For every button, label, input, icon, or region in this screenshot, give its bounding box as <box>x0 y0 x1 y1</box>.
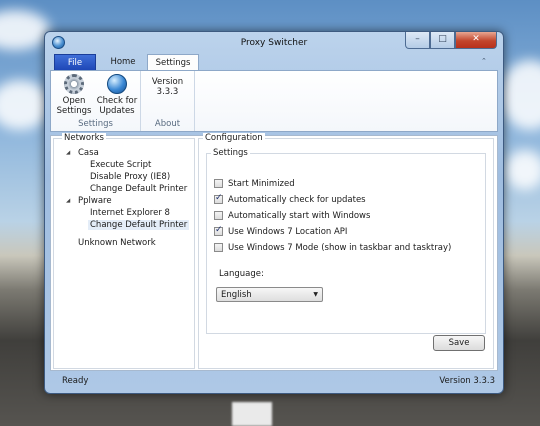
checkbox[interactable] <box>214 211 223 220</box>
checkbox[interactable] <box>214 179 223 188</box>
open-settings-label-1: Open <box>62 96 86 106</box>
tree-group-pplware[interactable]: Pplware <box>78 196 112 206</box>
status-bar: Ready Version 3.3.3 <box>50 372 498 389</box>
globe-icon <box>107 74 127 94</box>
tree-item-unknown-network[interactable]: Unknown Network <box>78 238 156 248</box>
check-updates-button[interactable]: Check for Updates <box>96 74 138 116</box>
option-label: Automatically start with Windows <box>228 210 371 221</box>
ribbon-group-settings: Open Settings Check for Updates Settings <box>51 71 141 131</box>
expand-arrow-icon[interactable]: ◢ <box>66 150 70 156</box>
close-button[interactable]: ✕ <box>455 32 497 49</box>
tab-settings[interactable]: Settings <box>147 54 199 71</box>
cloud <box>505 150 540 190</box>
window-controls: – □ ✕ <box>405 32 497 49</box>
tree-item-change-printer-casa[interactable]: Change Default Printer <box>90 184 187 194</box>
cloud <box>500 60 540 130</box>
tree-group-casa[interactable]: Casa <box>78 148 99 158</box>
gear-icon <box>64 74 84 94</box>
ribbon-collapse-icon[interactable]: ⌃ <box>481 57 490 66</box>
option-windows7-mode[interactable]: Use Windows 7 Mode (show in taskbar and … <box>214 242 451 253</box>
option-label: Use Windows 7 Mode (show in taskbar and … <box>228 242 452 253</box>
option-label: Use Windows 7 Location API <box>228 226 348 237</box>
ribbon-version-text: Version 3.3.3 <box>151 77 184 97</box>
chevron-down-icon: ▼ <box>313 291 318 298</box>
networks-panel: Networks ◢ Casa Execute Script Disable P… <box>53 133 195 369</box>
expand-arrow-icon[interactable]: ◢ <box>66 198 70 204</box>
ribbon-panel: Open Settings Check for Updates Settings… <box>50 70 498 132</box>
tab-file[interactable]: File <box>54 54 96 71</box>
ribbon-tabs: File Home Settings ⌃ <box>50 54 498 71</box>
configuration-panel: Configuration Settings Start Minimized A… <box>198 133 494 369</box>
settings-groupbox: Settings Start Minimized Automatically c… <box>206 148 486 334</box>
check-updates-label-2: Updates <box>99 106 135 116</box>
road-marking <box>232 402 272 426</box>
tab-home[interactable]: Home <box>102 54 144 71</box>
language-value: English <box>221 290 252 300</box>
save-button[interactable]: Save <box>433 335 485 351</box>
option-auto-start-windows[interactable]: Automatically start with Windows <box>214 210 370 221</box>
tree-item-execute-script[interactable]: Execute Script <box>90 160 151 170</box>
settings-legend: Settings <box>211 148 250 158</box>
maximize-button[interactable]: □ <box>430 32 455 49</box>
tree-item-change-printer-pplware[interactable]: Change Default Printer <box>88 220 190 230</box>
configuration-legend: Configuration <box>203 133 265 143</box>
language-select[interactable]: English ▼ <box>216 287 323 302</box>
minimize-button[interactable]: – <box>405 32 430 49</box>
networks-legend: Networks <box>62 133 106 143</box>
status-text: Ready <box>62 376 89 386</box>
option-label: Automatically check for updates <box>228 194 366 205</box>
cloud <box>0 10 50 50</box>
tree-item-internet-explorer[interactable]: Internet Explorer 8 <box>90 208 170 218</box>
ribbon-group-about: Version 3.3.3 About <box>141 71 195 131</box>
status-version: Version 3.3.3 <box>439 376 495 386</box>
option-label: Start Minimized <box>228 178 295 189</box>
checkbox-checked[interactable] <box>214 225 223 236</box>
option-location-api[interactable]: Use Windows 7 Location API <box>214 225 348 237</box>
main-content: Networks ◢ Casa Execute Script Disable P… <box>50 133 498 371</box>
title-bar[interactable]: Proxy Switcher – □ ✕ <box>45 32 503 54</box>
cloud <box>0 80 50 130</box>
check-updates-label-1: Check for <box>96 96 138 106</box>
app-window: Proxy Switcher – □ ✕ File Home Settings … <box>44 31 504 394</box>
checkbox[interactable] <box>214 243 223 252</box>
option-start-minimized[interactable]: Start Minimized <box>214 178 295 189</box>
checkbox-checked[interactable] <box>214 193 223 204</box>
about-group-caption: About <box>154 119 181 129</box>
open-settings-button[interactable]: Open Settings <box>53 74 95 116</box>
option-auto-check-updates[interactable]: Automatically check for updates <box>214 193 366 205</box>
settings-group-caption: Settings <box>78 119 113 129</box>
tree-item-disable-proxy[interactable]: Disable Proxy (IE8) <box>90 172 170 182</box>
language-label: Language: <box>219 269 264 279</box>
open-settings-label-2: Settings <box>56 106 92 116</box>
